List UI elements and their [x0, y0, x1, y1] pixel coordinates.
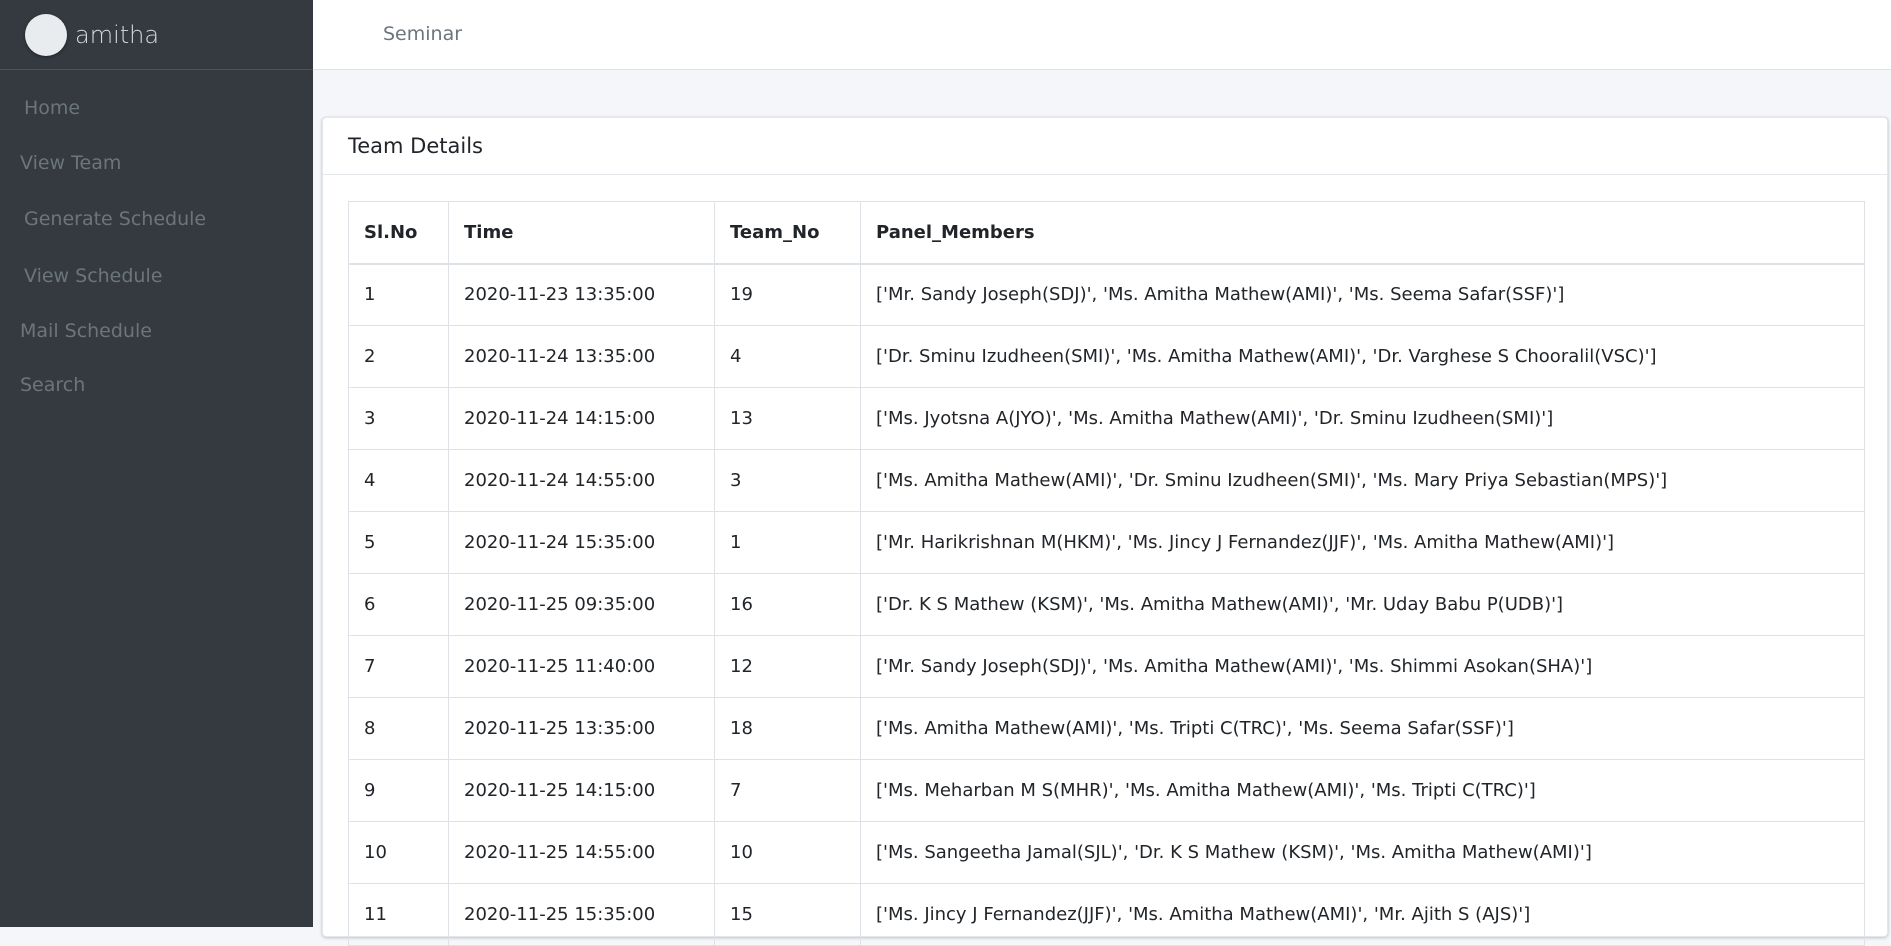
- cell-team-no: 7: [714, 759, 861, 822]
- sidebar-item-view-schedule[interactable]: View Schedule: [24, 265, 162, 287]
- cell-sl-no: 5: [348, 511, 449, 574]
- cell-time: 2020-11-25 11:40:00: [448, 635, 715, 698]
- cell-team-no: 19: [714, 263, 861, 326]
- card-title: Team Details: [348, 134, 483, 158]
- sidebar-item-generate-schedule[interactable]: Generate Schedule: [24, 208, 206, 230]
- sidebar-item-home[interactable]: Home: [24, 97, 80, 119]
- cell-team-no: 18: [714, 697, 861, 760]
- cell-time: 2020-11-25 14:15:00: [448, 759, 715, 822]
- team-details-card: Team Details Sl.No Time Team_No Panel_Me…: [322, 117, 1888, 946]
- sidebar-item-search[interactable]: Search: [20, 374, 85, 396]
- cell-sl-no: 1: [348, 263, 449, 326]
- column-header-team-no: Team_No: [714, 201, 861, 265]
- cell-sl-no: 4: [348, 449, 449, 512]
- cell-sl-no: 9: [348, 759, 449, 822]
- cell-panel-members: ['Mr. Sandy Joseph(SDJ)', 'Ms. Amitha Ma…: [860, 263, 1865, 326]
- cell-panel-members: ['Ms. Sangeetha Jamal(SJL)', 'Dr. K S Ma…: [860, 821, 1865, 884]
- cell-panel-members: ['Ms. Amitha Mathew(AMI)', 'Dr. Sminu Iz…: [860, 449, 1865, 512]
- cell-panel-members: ['Ms. Jincy J Fernandez(JJF)', 'Ms. Amit…: [860, 883, 1865, 946]
- cell-sl-no: 7: [348, 635, 449, 698]
- cell-sl-no: 10: [348, 821, 449, 884]
- cell-time: 2020-11-25 09:35:00: [448, 573, 715, 636]
- column-header-panel-members: Panel_Members: [860, 201, 1865, 265]
- nav-link-seminar[interactable]: Seminar: [383, 23, 462, 45]
- cell-sl-no: 8: [348, 697, 449, 760]
- cell-team-no: 13: [714, 387, 861, 450]
- column-header-sl-no: Sl.No: [348, 201, 449, 265]
- table-row: 11 2020-11-25 15:35:00 15 ['Ms. Jincy J …: [348, 883, 1865, 946]
- cell-team-no: 16: [714, 573, 861, 636]
- table-body: 1 2020-11-23 13:35:00 19 ['Mr. Sandy Jos…: [348, 263, 1865, 946]
- cell-sl-no: 3: [348, 387, 449, 450]
- cell-time: 2020-11-23 13:35:00: [448, 263, 715, 326]
- cell-panel-members: ['Mr. Harikrishnan M(HKM)', 'Ms. Jincy J…: [860, 511, 1865, 574]
- sidebar-item-view-team[interactable]: View Team: [20, 152, 121, 174]
- cell-time: 2020-11-24 15:35:00: [448, 511, 715, 574]
- table-row: 2 2020-11-24 13:35:00 4 ['Dr. Sminu Izud…: [348, 325, 1865, 388]
- cell-panel-members: ['Ms. Meharban M S(MHR)', 'Ms. Amitha Ma…: [860, 759, 1865, 822]
- cell-team-no: 1: [714, 511, 861, 574]
- cell-sl-no: 11: [348, 883, 449, 946]
- cell-team-no: 10: [714, 821, 861, 884]
- table-row: 7 2020-11-25 11:40:00 12 ['Mr. Sandy Jos…: [348, 635, 1865, 698]
- table-row: 8 2020-11-25 13:35:00 18 ['Ms. Amitha Ma…: [348, 697, 1865, 760]
- cell-panel-members: ['Ms. Jyotsna A(JYO)', 'Ms. Amitha Mathe…: [860, 387, 1865, 450]
- cell-panel-members: ['Dr. K S Mathew (KSM)', 'Ms. Amitha Mat…: [860, 573, 1865, 636]
- table-row: 6 2020-11-25 09:35:00 16 ['Dr. K S Mathe…: [348, 573, 1865, 636]
- table-row: 10 2020-11-25 14:55:00 10 ['Ms. Sangeeth…: [348, 821, 1865, 884]
- cell-time: 2020-11-25 15:35:00: [448, 883, 715, 946]
- brand-name: amitha: [75, 20, 160, 49]
- sidebar-item-mail-schedule[interactable]: Mail Schedule: [20, 320, 152, 342]
- table-header-row: Sl.No Time Team_No Panel_Members: [348, 201, 1865, 265]
- cell-time: 2020-11-24 14:15:00: [448, 387, 715, 450]
- team-details-table: Sl.No Time Team_No Panel_Members 1 2020-…: [348, 201, 1865, 946]
- table-row: 5 2020-11-24 15:35:00 1 ['Mr. Harikrishn…: [348, 511, 1865, 574]
- table-row: 3 2020-11-24 14:15:00 13 ['Ms. Jyotsna A…: [348, 387, 1865, 450]
- cell-time: 2020-11-24 13:35:00: [448, 325, 715, 388]
- top-navbar: Seminar: [313, 0, 1891, 70]
- table-row: 1 2020-11-23 13:35:00 19 ['Mr. Sandy Jos…: [348, 263, 1865, 326]
- table-row: 4 2020-11-24 14:55:00 3 ['Ms. Amitha Mat…: [348, 449, 1865, 512]
- cell-sl-no: 6: [348, 573, 449, 636]
- cell-sl-no: 2: [348, 325, 449, 388]
- sidebar: amitha Home View Team Generate Schedule …: [0, 0, 313, 927]
- table-row: 9 2020-11-25 14:15:00 7 ['Ms. Meharban M…: [348, 759, 1865, 822]
- cell-team-no: 15: [714, 883, 861, 946]
- cell-team-no: 12: [714, 635, 861, 698]
- cell-team-no: 3: [714, 449, 861, 512]
- cell-panel-members: ['Dr. Sminu Izudheen(SMI)', 'Ms. Amitha …: [860, 325, 1865, 388]
- cell-team-no: 4: [714, 325, 861, 388]
- column-header-time: Time: [448, 201, 715, 265]
- cell-panel-members: ['Ms. Amitha Mathew(AMI)', 'Ms. Tripti C…: [860, 697, 1865, 760]
- brand[interactable]: amitha: [0, 0, 313, 70]
- cell-panel-members: ['Mr. Sandy Joseph(SDJ)', 'Ms. Amitha Ma…: [860, 635, 1865, 698]
- cell-time: 2020-11-25 14:55:00: [448, 821, 715, 884]
- cell-time: 2020-11-25 13:35:00: [448, 697, 715, 760]
- cell-time: 2020-11-24 14:55:00: [448, 449, 715, 512]
- user-avatar: [25, 13, 67, 56]
- card-header: Team Details: [323, 118, 1887, 175]
